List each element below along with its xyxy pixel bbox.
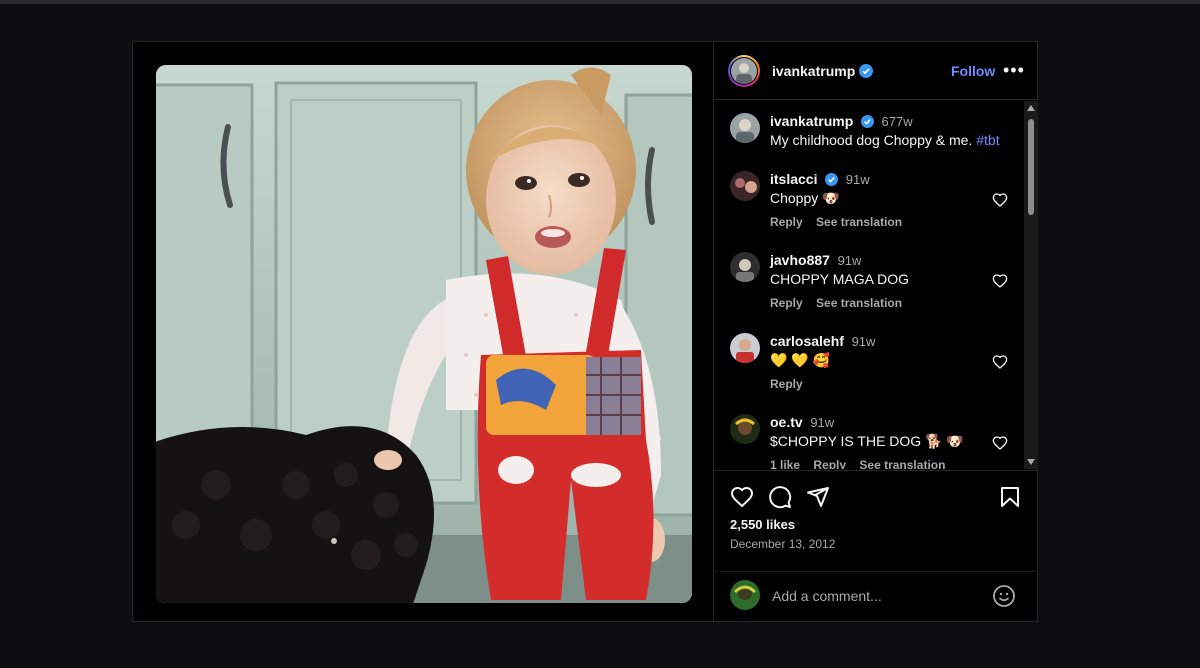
post-actions-section: 2,550 likes December 13, 2012 — [714, 470, 1038, 621]
browser-top-bar — [0, 0, 1200, 4]
like-comment-heart-icon[interactable] — [992, 354, 1008, 370]
scroll-down-arrow-icon[interactable] — [1027, 459, 1035, 465]
commenter-username[interactable]: itslacci — [770, 171, 817, 187]
comment-text: Choppy 🐶 — [770, 190, 840, 206]
commenter-username[interactable]: carlosalehf — [770, 333, 844, 349]
author-username[interactable]: ivankatrump — [772, 63, 855, 79]
caption-text: My childhood dog Choppy & me. — [770, 132, 973, 148]
scrollbar-thumb[interactable] — [1028, 119, 1034, 215]
post-media[interactable] — [133, 42, 713, 621]
reply-button[interactable]: Reply — [770, 215, 803, 229]
heart-icon[interactable] — [730, 485, 754, 509]
verified-badge-icon — [859, 63, 874, 78]
post-photo — [156, 65, 692, 603]
caption: ivankatrump 677w My childhood dog Choppy… — [730, 113, 1000, 149]
comment-item: carlosalehf 91w 💛 💛 🥰 Reply — [730, 333, 875, 391]
comment-time[interactable]: 91w — [810, 415, 834, 430]
see-translation-button[interactable]: See translation — [859, 458, 945, 469]
likes-count[interactable]: 2,550 likes — [730, 517, 795, 532]
see-translation-button[interactable]: See translation — [816, 215, 902, 229]
commenter-username[interactable]: javho887 — [770, 252, 830, 268]
childhood-photo-illustration — [156, 65, 692, 603]
comment-like-count[interactable]: 1 like — [770, 458, 800, 469]
author-avatar-ring[interactable] — [728, 54, 760, 87]
comment-item: oe.tv 91w $CHOPPY IS THE DOG 🐕 🐶 1 like … — [730, 414, 964, 469]
author-avatar — [731, 57, 757, 84]
verified-badge-icon — [860, 115, 874, 128]
like-comment-heart-icon[interactable] — [992, 273, 1008, 289]
caption-avatar[interactable] — [730, 113, 760, 143]
add-comment-row — [714, 571, 1038, 619]
reply-button[interactable]: Reply — [770, 296, 803, 310]
comment-text: CHOPPY MAGA DOG — [770, 271, 909, 287]
caption-username[interactable]: ivankatrump — [770, 113, 853, 129]
reply-button[interactable]: Reply — [813, 458, 846, 469]
caption-time[interactable]: 677w — [882, 114, 913, 129]
commenter-avatar[interactable] — [730, 252, 760, 282]
commenter-avatar[interactable] — [730, 414, 760, 444]
hashtag-link[interactable]: #tbt — [976, 132, 999, 148]
like-comment-heart-icon[interactable] — [992, 192, 1008, 208]
verified-badge-icon — [825, 173, 839, 186]
comment-icon[interactable] — [768, 485, 792, 509]
post-header: ivankatrump Follow ••• — [714, 42, 1037, 100]
comment-item: javho887 91w CHOPPY MAGA DOG Reply See t… — [730, 252, 912, 310]
like-comment-heart-icon[interactable] — [992, 435, 1008, 451]
commenter-username[interactable]: oe.tv — [770, 414, 803, 430]
bookmark-icon[interactable] — [998, 485, 1022, 509]
post-dialog: ivankatrump Follow ••• ivankatrump 677w … — [132, 41, 1038, 622]
commenter-avatar[interactable] — [730, 171, 760, 201]
post-side-panel: ivankatrump Follow ••• ivankatrump 677w … — [713, 42, 1038, 621]
scroll-up-arrow-icon[interactable] — [1027, 105, 1035, 111]
see-translation-button[interactable]: See translation — [816, 296, 902, 310]
more-options-button[interactable]: ••• — [1003, 60, 1025, 81]
comment-text: $CHOPPY IS THE DOG 🐕 🐶 — [770, 433, 964, 449]
emoji-icon[interactable] — [992, 584, 1016, 608]
current-user-avatar — [730, 580, 760, 610]
comments-list[interactable]: ivankatrump 677w My childhood dog Choppy… — [714, 101, 1038, 469]
comment-text: 💛 💛 🥰 — [770, 352, 831, 368]
follow-button[interactable]: Follow — [951, 63, 995, 79]
action-icons-row — [730, 485, 1022, 511]
commenter-avatar[interactable] — [730, 333, 760, 363]
comment-time[interactable]: 91w — [852, 334, 876, 349]
comments-scrollbar[interactable] — [1024, 101, 1038, 469]
add-comment-input[interactable] — [772, 588, 972, 604]
post-date[interactable]: December 13, 2012 — [730, 537, 835, 551]
comment-time[interactable]: 91w — [846, 172, 870, 187]
share-icon[interactable] — [806, 485, 830, 509]
comment-item: itslacci 91w Choppy 🐶 Reply See translat… — [730, 171, 912, 229]
comment-time[interactable]: 91w — [838, 253, 862, 268]
reply-button[interactable]: Reply — [770, 377, 803, 391]
